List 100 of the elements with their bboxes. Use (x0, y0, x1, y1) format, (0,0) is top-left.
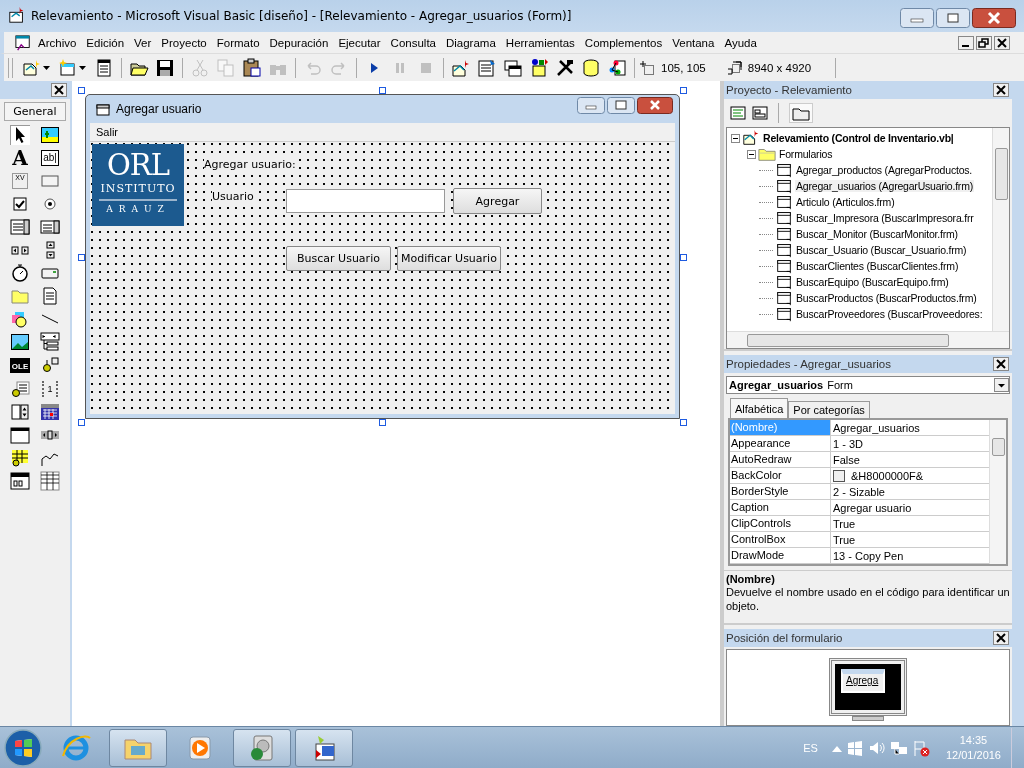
sizing-handle[interactable] (379, 87, 386, 94)
sizing-handle[interactable] (78, 254, 85, 261)
property-name[interactable]: DrawMode (730, 548, 831, 563)
start-button[interactable] (3, 727, 43, 768)
form-preview[interactable]: Agrega (841, 669, 885, 693)
close-button[interactable] (993, 83, 1009, 97)
scrollbar[interactable] (992, 128, 1009, 332)
menu-item[interactable]: Ejecutar (334, 35, 385, 50)
menu-item[interactable]: Ayuda (720, 35, 761, 50)
tree-item[interactable]: Buscar_Monitor (BuscarMonitor.frm) (795, 228, 959, 240)
calendar-icon[interactable] (40, 401, 60, 422)
scrollbar[interactable] (727, 331, 1009, 348)
sizing-handle[interactable] (680, 87, 687, 94)
property-name[interactable]: Appearance (730, 436, 831, 451)
grid-icon[interactable] (10, 447, 30, 468)
tree-item[interactable]: Formularios (778, 148, 834, 160)
menu-item[interactable]: Diagrama (441, 35, 500, 50)
collapse-icon[interactable] (747, 149, 756, 159)
property-value[interactable]: Agregar_usuarios (833, 421, 920, 434)
tab[interactable]: Alfabética (730, 398, 789, 418)
label-tool[interactable]: A (12, 147, 28, 168)
menu-item[interactable]: Proyecto (157, 35, 211, 50)
menu-item[interactable]: Herramientas (501, 35, 579, 50)
restore-button[interactable] (976, 35, 992, 50)
data-icon[interactable] (40, 332, 60, 353)
property-value[interactable]: &H8000000F& (851, 469, 924, 482)
tree-item[interactable]: BuscarEquipo (BuscarEquipo.frm) (795, 276, 950, 288)
menu-item[interactable]: Salir (90, 126, 124, 138)
tree-item[interactable]: Relevamiento (Control de Inventario.vb| (762, 132, 955, 144)
menu-item[interactable]: Complementos (580, 35, 667, 50)
pointer-icon[interactable] (10, 124, 30, 145)
property-name[interactable]: ClipControls (730, 516, 831, 531)
sizing-handle[interactable] (379, 419, 386, 426)
shapes-icon[interactable] (10, 309, 30, 330)
property-name[interactable]: BackColor (730, 468, 831, 483)
picture-icon[interactable] (40, 124, 60, 145)
spinner-icon[interactable] (10, 401, 30, 422)
minimize-button[interactable] (958, 35, 974, 50)
folder-icon[interactable] (792, 105, 810, 121)
button[interactable]: Buscar Usuario (286, 246, 391, 271)
property-name[interactable]: ControlBox (730, 532, 831, 547)
close-button[interactable] (993, 631, 1009, 645)
button[interactable]: Agregar (453, 188, 542, 214)
menu-item[interactable]: Ventana (668, 35, 719, 50)
tab-control-icon[interactable] (10, 470, 30, 491)
film-tool[interactable]: 1 (42, 380, 58, 397)
plug-list-icon[interactable] (10, 378, 30, 399)
property-value[interactable]: True (833, 533, 856, 546)
view-object-icon[interactable] (752, 105, 768, 121)
menu-item[interactable]: Depuración (265, 35, 333, 50)
tab[interactable]: Por categorías (788, 401, 870, 418)
collapse-icon[interactable] (731, 133, 740, 143)
property-name[interactable]: BorderStyle (730, 484, 831, 499)
object-dropdown[interactable]: Agregar_usuarios Form (726, 376, 1010, 394)
scroll-thumb[interactable] (747, 334, 949, 347)
tree-item[interactable]: BuscarClientes (BuscarClientes.frm) (795, 260, 960, 272)
tree-item[interactable]: Agregar_usuarios (AgregarUsuario.frm) (795, 180, 974, 192)
view-code-icon[interactable] (730, 105, 746, 121)
maximize-button[interactable] (607, 97, 635, 114)
menu-item[interactable]: Consulta (386, 35, 440, 50)
tree-item[interactable]: BuscarProductos (BuscarProductos.frm) (795, 292, 978, 304)
menu-item[interactable]: Ver (130, 35, 156, 50)
property-value[interactable]: 13 - Copy Pen (833, 549, 904, 562)
close-button[interactable] (993, 357, 1009, 371)
property-value[interactable]: 2 - Sizable (833, 485, 885, 498)
sizing-handle[interactable] (680, 419, 687, 426)
stopwatch-icon[interactable] (10, 263, 30, 284)
sizing-handle[interactable] (78, 419, 85, 426)
close-button[interactable] (994, 35, 1010, 50)
document-icon[interactable] (40, 286, 60, 307)
close-button[interactable] (637, 97, 673, 114)
combo-icon[interactable] (10, 216, 30, 237)
taskbar-button[interactable] (295, 728, 353, 767)
tree-item[interactable]: BuscarProveedores (BuscarProveedores: (795, 308, 984, 320)
scroll-thumb[interactable] (995, 148, 1008, 200)
taskbar-button[interactable] (233, 728, 291, 767)
property-value[interactable]: 1 - 3D (833, 437, 863, 450)
toolbox-tab[interactable]: General (4, 102, 66, 121)
image-icon[interactable] (10, 332, 30, 353)
add-form-icon[interactable] (58, 57, 78, 78)
property-name[interactable]: AutoRedraw (730, 452, 831, 467)
scrollbar[interactable] (989, 420, 1006, 564)
dropdown-arrow-icon[interactable] (79, 65, 86, 70)
table-icon[interactable] (40, 470, 60, 491)
menu-item[interactable]: Edición (82, 35, 129, 50)
close-button[interactable] (972, 8, 1016, 28)
property-name[interactable]: Caption (730, 500, 831, 515)
property-value[interactable]: False (833, 453, 860, 466)
button[interactable]: Modificar Usuario (397, 246, 501, 271)
menu-item[interactable]: Archivo (34, 35, 81, 50)
textbox-tool[interactable]: ab| (41, 149, 59, 166)
menu-item[interactable]: Formato (212, 35, 264, 50)
sizing-handle[interactable] (78, 87, 85, 94)
dropdown-arrow-icon[interactable] (43, 65, 50, 70)
action-center-icon[interactable] (911, 738, 930, 757)
tree-item[interactable]: Articulo (Articulos.frm) (795, 196, 896, 208)
property-value[interactable]: True (833, 517, 856, 530)
property-value[interactable]: Agregar usuario (833, 501, 912, 514)
window-icon[interactable] (10, 424, 30, 445)
tree-item[interactable]: Buscar_Usuario (Buscar_Usuario.frm) (795, 244, 968, 256)
